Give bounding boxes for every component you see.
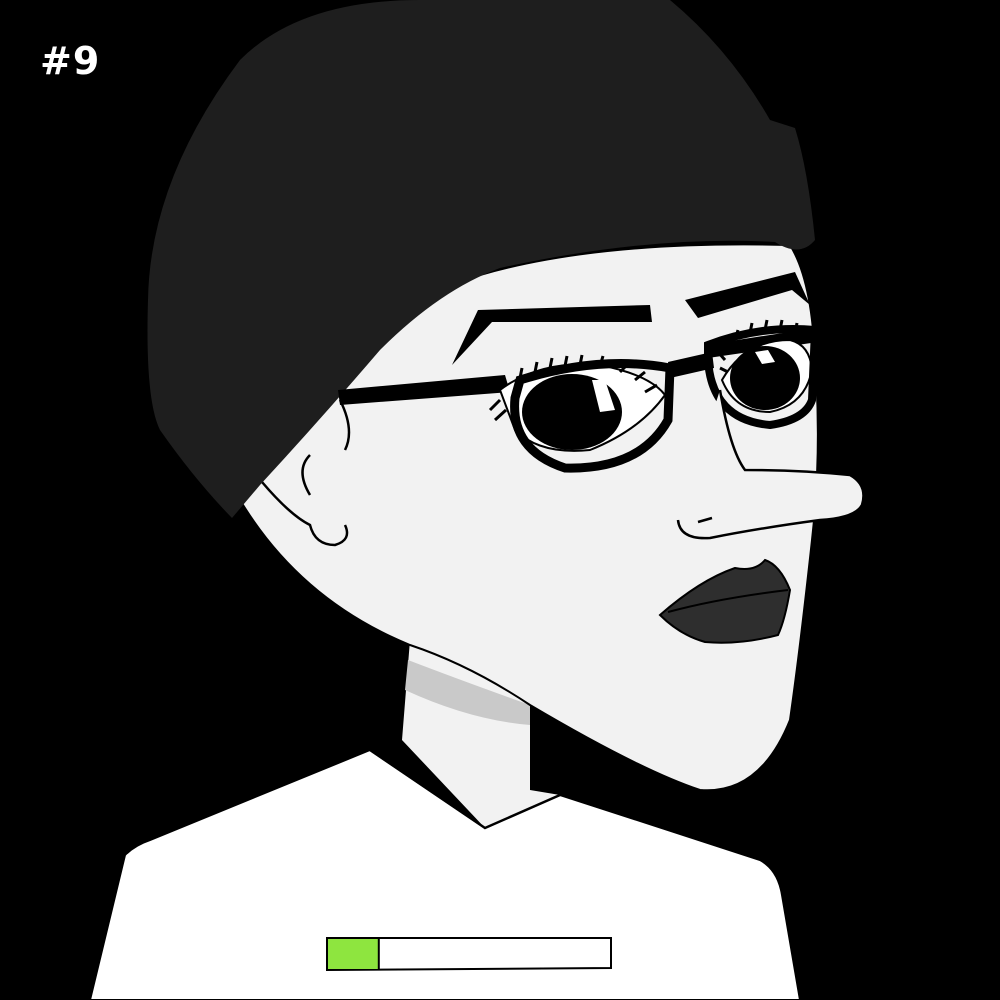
progress-bar [326,937,612,972]
character-portrait [88,0,865,1000]
portrait-canvas: #9 [0,0,1000,1000]
token-number-label: #9 [40,39,101,83]
progress-fill [328,939,379,969]
